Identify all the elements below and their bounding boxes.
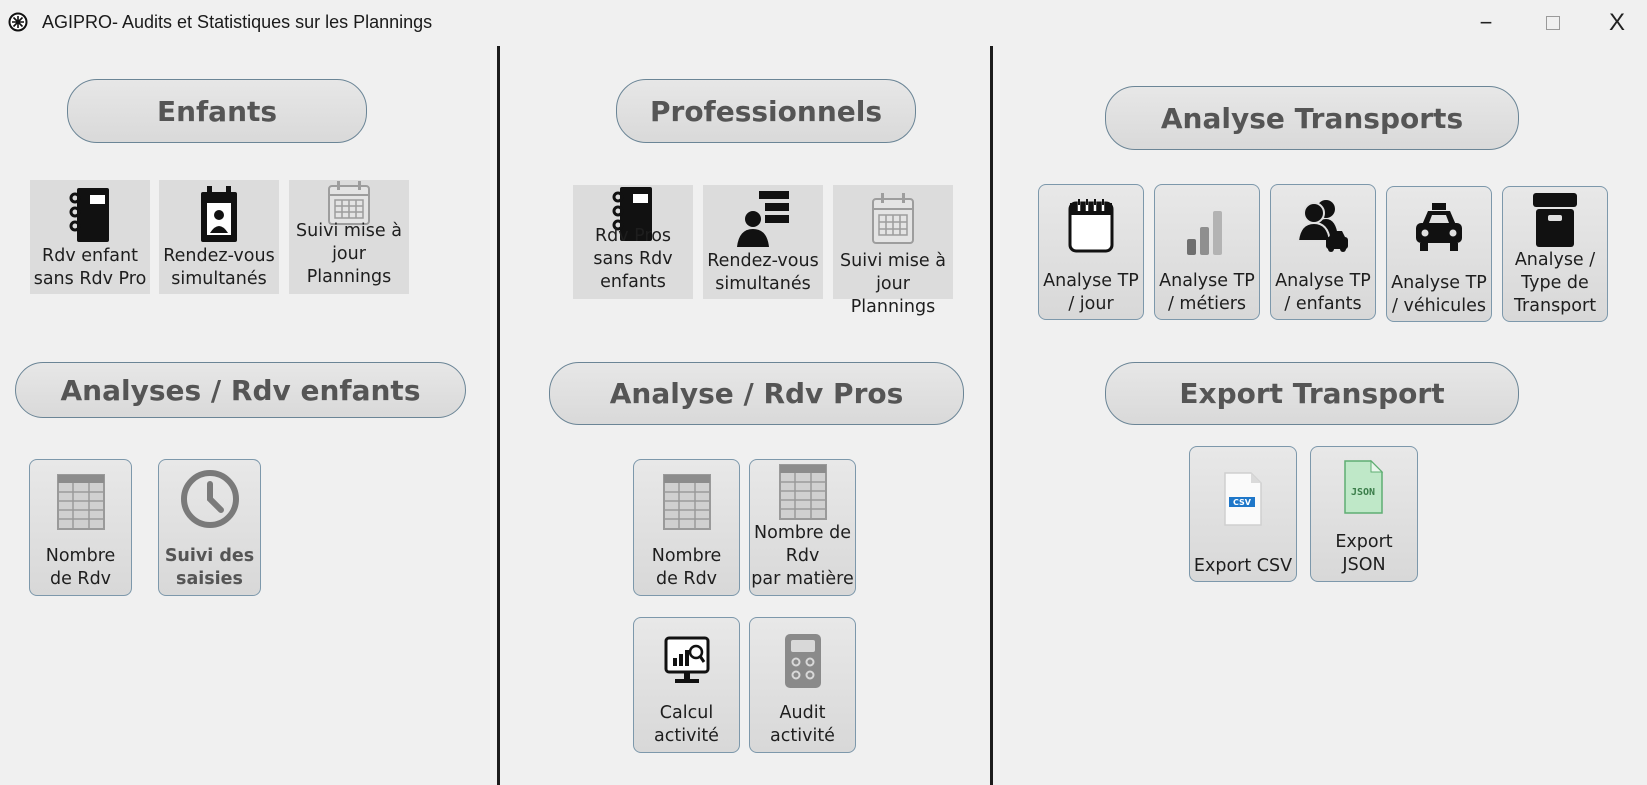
audit-activite-button[interactable]: Audit activité xyxy=(749,617,856,753)
rdv-enfant-sans-rdv-pro-button[interactable]: Rdv enfant sans Rdv Pro xyxy=(30,180,150,294)
app-logo-icon xyxy=(8,12,28,32)
minimize-button[interactable]: − xyxy=(1456,0,1516,46)
nombre-de-rdv-pros-button[interactable]: Nombre de Rdv xyxy=(633,459,740,596)
close-button[interactable]: X xyxy=(1587,0,1647,46)
notebook-icon xyxy=(69,188,109,242)
column-divider-right xyxy=(990,46,993,785)
export-json-label: Export JSON xyxy=(1335,532,1393,575)
analyse-tp-metiers-label: Analyse TP / métiers xyxy=(1159,271,1255,314)
nombre-de-rdv-enfants-label: Nombre de Rdv xyxy=(45,546,116,589)
csv-file-icon: CSV xyxy=(1224,472,1262,526)
export-csv-button[interactable]: CSV Export CSV xyxy=(1189,446,1297,582)
audit-activite-label: Audit activité xyxy=(770,703,835,746)
rdv-enfant-label: Rdv enfant sans Rdv Pro xyxy=(33,246,147,289)
analyse-tp-enfants-button[interactable]: Analyse TP / enfants xyxy=(1270,184,1376,320)
analyse-transports-header[interactable]: Analyse Transports xyxy=(1105,86,1519,150)
analyse-rdv-pros-header[interactable]: Analyse / Rdv Pros xyxy=(549,362,964,425)
calculator-icon xyxy=(784,634,821,688)
suivi-mise-a-jour-enfants-label: Suivi mise à jour Plannings xyxy=(296,221,402,287)
export-transport-header[interactable]: Export Transport xyxy=(1105,362,1519,425)
id-badge-icon xyxy=(201,186,237,242)
rendez-vous-pros-label: Rendez-vous simultanés xyxy=(707,251,819,294)
title-bar: AGIPRO- Audits et Statistiques sur les P… xyxy=(0,0,1647,46)
professionnels-header[interactable]: Professionnels xyxy=(616,79,916,143)
enfants-header[interactable]: Enfants xyxy=(67,79,367,143)
table-icon xyxy=(56,474,105,530)
export-json-button[interactable]: JSON Export JSON xyxy=(1310,446,1418,582)
box-icon xyxy=(1533,193,1577,247)
json-badge: JSON xyxy=(1351,487,1375,498)
rdv-pros-label: Rdv Pros sans Rdv enfants xyxy=(593,226,673,292)
csv-badge: CSV xyxy=(1233,498,1252,507)
analyse-tp-enfants-label: Analyse TP / enfants xyxy=(1275,271,1371,314)
analyse-type-de-transport-label: Analyse / Type de Transport xyxy=(1513,250,1597,316)
table-icon xyxy=(778,464,827,520)
rendez-vous-simultanes-pros-button[interactable]: Rendez-vous simultanés xyxy=(703,185,823,299)
export-csv-label: Export CSV xyxy=(1193,556,1293,576)
suivi-mise-a-jour-pros-button[interactable]: Suivi mise à jour Plannings xyxy=(833,185,953,317)
analyse-tp-jour-button[interactable]: Analyse TP / jour xyxy=(1038,184,1144,320)
person-list-icon xyxy=(737,191,789,247)
nombre-de-rdv-enfants-button[interactable]: Nombre de Rdv xyxy=(29,459,132,596)
json-file-icon: JSON xyxy=(1344,459,1384,514)
rdv-pros-sans-rdv-enfants-button[interactable]: Rdv Pros sans Rdv enfants xyxy=(573,185,693,299)
analyse-tp-vehicules-button[interactable]: Analyse TP / véhicules xyxy=(1386,186,1492,322)
column-divider-left xyxy=(497,46,500,785)
monitor-chart-icon xyxy=(664,636,709,683)
analyse-tp-jour-label: Analyse TP / jour xyxy=(1043,271,1139,314)
analyse-tp-metiers-button[interactable]: Analyse TP / métiers xyxy=(1154,184,1260,320)
suivi-mise-a-jour-enfants-button[interactable]: Suivi mise à jour Plannings xyxy=(289,180,409,294)
nombre-de-rdv-pros-label: Nombre de Rdv xyxy=(651,546,722,589)
nombre-de-rdv-par-matiere-button[interactable]: Nombre de Rdv par matière xyxy=(749,459,856,596)
suivi-mise-a-jour-pros-label: Suivi mise à jour Plannings xyxy=(840,251,946,317)
maximize-button[interactable] xyxy=(1523,0,1583,46)
nombre-de-rdv-par-matiere-label: Nombre de Rdv par matière xyxy=(751,523,854,589)
table-icon xyxy=(662,474,711,530)
rendez-vous-simultanes-enfants-button[interactable]: Rendez-vous simultanés xyxy=(159,180,279,294)
rendez-vous-enfants-label: Rendez-vous simultanés xyxy=(163,246,275,289)
taxi-icon xyxy=(1416,203,1462,251)
analyse-type-de-transport-button[interactable]: Analyse / Type de Transport xyxy=(1502,186,1608,322)
notepad-icon xyxy=(1068,199,1114,253)
bar-chart-icon xyxy=(1187,211,1222,255)
analyse-tp-vehicules-label: Analyse TP / véhicules xyxy=(1391,273,1487,316)
analyses-rdv-enfants-header[interactable]: Analyses / Rdv enfants xyxy=(15,362,466,418)
calcul-activite-label: Calcul activité xyxy=(654,703,719,746)
calcul-activite-button[interactable]: Calcul activité xyxy=(633,617,740,753)
calendar-icon xyxy=(872,193,914,244)
maximize-icon xyxy=(1546,16,1560,30)
clock-icon xyxy=(180,470,239,528)
people-car-icon xyxy=(1296,200,1348,252)
window-title: AGIPRO- Audits et Statistiques sur les P… xyxy=(42,12,433,32)
suivi-des-saisies-label: Suivi des saisies xyxy=(164,546,255,589)
suivi-des-saisies-button[interactable]: Suivi des saisies xyxy=(158,459,261,596)
